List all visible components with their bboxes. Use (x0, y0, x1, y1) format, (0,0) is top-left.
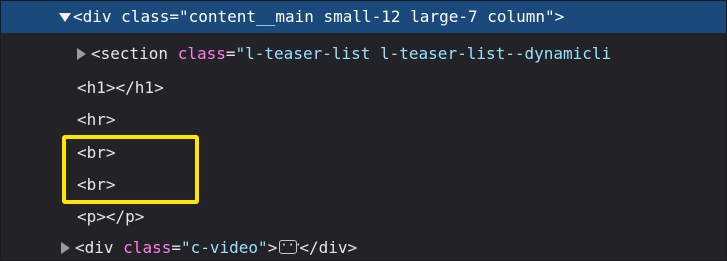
attr-name: class (121, 7, 170, 26)
annotation-highlight-box (62, 135, 199, 204)
collapsed-arrow-icon[interactable] (77, 48, 86, 60)
expanded-arrow-icon[interactable] (59, 13, 71, 22)
tag-open: <div (73, 7, 112, 26)
tree-node-div-content-main[interactable]: <div class="content__main small-12 large… (1, 1, 726, 33)
collapsed-arrow-icon[interactable] (61, 242, 70, 254)
devtools-inspector-panel: <div class="content__main small-12 large… (0, 0, 727, 261)
attr-value: "content__main small-12 large-7 column" (178, 7, 555, 26)
expand-ellipsis-button[interactable]: ··· (279, 239, 302, 254)
